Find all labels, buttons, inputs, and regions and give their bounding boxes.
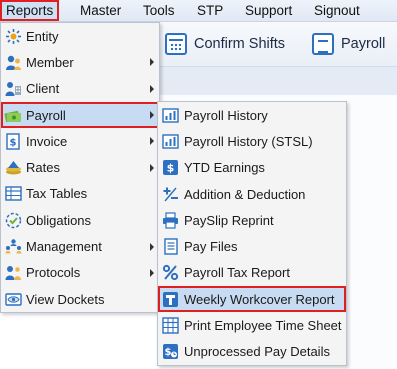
submenu-item-addition-deduction[interactable]: Addition & Deduction [158,181,346,207]
menu-item-label: Member [26,54,74,70]
submenu-arrow-icon [150,137,154,146]
menu-item-label: Protocols [26,265,81,281]
menu-item-member[interactable]: Member [1,49,159,75]
submenu-item-label: Addition & Deduction [184,186,306,202]
member-icon [4,54,22,71]
workcover-icon [161,291,179,308]
submenu-item-label: YTD Earnings [184,160,265,176]
menu-item-entity[interactable]: Entity [1,23,159,49]
submenu-item-label: Weekly Workcover Report [184,291,335,307]
menu-item-management[interactable]: Management [1,233,159,259]
submenu-arrow-icon [150,84,154,93]
toolbar-secondary-band [155,67,397,95]
view-dockets-icon [4,291,22,308]
menu-item-protocols[interactable]: Protocols [1,260,159,286]
menubar-stp[interactable]: STP [197,0,223,21]
menu-item-label: Entity [26,28,59,44]
submenu-item-ytd-earnings[interactable]: $ YTD Earnings [158,155,346,181]
menu-item-label: Payroll [26,107,66,123]
submenu-item-payslip-reprint[interactable]: PaySlip Reprint [158,207,346,233]
submenu-arrow-icon [150,58,154,67]
submenu-item-payroll-history-stsl[interactable]: Payroll History (STSL) [158,128,346,154]
submenu-item-label: Payroll Tax Report [184,265,290,281]
menu-item-invoice[interactable]: $ Invoice [1,128,159,154]
svg-text:$: $ [9,137,16,148]
tax-tables-icon [4,185,22,202]
submenu-item-label: Unprocessed Pay Details [184,344,330,360]
rates-icon [4,159,22,176]
unprocessed-pay-icon: $ [161,343,179,360]
menu-item-label: Tax Tables [26,186,88,202]
submenu-item-label: PaySlip Reprint [184,212,274,228]
payroll-toolbar-button[interactable]: Payroll [312,22,385,66]
submenu-item-payroll-history[interactable]: Payroll History [158,102,346,128]
calendar-icon [165,33,187,55]
percent-icon [161,264,179,281]
menu-item-payroll[interactable]: Payroll [1,101,159,129]
client-icon [4,80,22,97]
submenu-item-payroll-tax-report[interactable]: Payroll Tax Report [158,260,346,286]
menu-item-label: Rates [26,160,60,176]
pay-files-icon [161,238,179,255]
submenu-arrow-icon [150,242,154,251]
svg-text:$: $ [166,162,174,175]
submenu-item-weekly-workcover-report[interactable]: Weekly Workcover Report [158,286,346,313]
menu-item-view-dockets[interactable]: View Dockets [1,286,159,312]
obligations-icon [4,212,22,229]
toolbar: Confirm Shifts Payroll [155,22,397,67]
submenu-item-label: Pay Files [184,239,238,255]
submenu-arrow-icon [150,268,154,277]
payroll-document-icon [312,33,334,55]
protocols-icon [4,264,22,281]
submenu-item-pay-files[interactable]: Pay Files [158,233,346,259]
menu-item-label: Invoice [26,133,68,149]
menubar-support[interactable]: Support [245,0,292,21]
ytd-earnings-icon: $ [161,159,179,176]
payroll-history-stsl-icon [161,133,179,150]
menu-item-obligations[interactable]: Obligations [1,207,159,233]
submenu-item-label: Payroll History [184,107,268,123]
menu-item-label: View Dockets [26,291,105,307]
submenu-arrow-icon [150,163,154,172]
menu-item-rates[interactable]: Rates [1,154,159,180]
submenu-item-print-employee-time-sheet[interactable]: Print Employee Time Sheet [158,312,346,338]
reports-menu: Entity Member Client Payroll $ Invoice R… [0,22,160,314]
submenu-item-label: Payroll History (STSL) [184,133,313,149]
menu-item-label: Client [26,81,60,97]
timesheet-icon [161,317,179,334]
menu-item-client[interactable]: Client [1,76,159,102]
menubar-master[interactable]: Master [80,0,121,21]
payroll-history-icon [161,107,179,124]
submenu-arrow-icon [150,111,154,120]
confirm-shifts-button[interactable]: Confirm Shifts [165,22,285,66]
submenu-item-unprocessed-pay-details[interactable]: $ Unprocessed Pay Details [158,339,346,365]
submenu-item-label: Print Employee Time Sheet [184,318,342,334]
addition-deduction-icon [161,186,179,203]
printer-icon [161,212,179,229]
management-icon [4,238,22,255]
payroll-submenu: Payroll History Payroll History (STSL) $… [157,101,347,366]
payroll-toolbar-label: Payroll [341,36,386,52]
menubar-signout[interactable]: Signout [314,0,360,21]
svg-text:$: $ [164,347,171,358]
menubar-reports[interactable]: Reports [0,0,60,21]
confirm-shifts-label: Confirm Shifts [194,36,286,52]
menubar: Reports Master Tools STP Support Signout [0,0,397,22]
menubar-tools[interactable]: Tools [143,0,175,21]
invoice-icon: $ [4,133,22,150]
menu-item-label: Obligations [26,212,92,228]
menu-item-label: Management [26,239,102,255]
menu-item-tax-tables[interactable]: Tax Tables [1,181,159,207]
payroll-icon [4,107,22,124]
entity-icon [4,28,22,45]
